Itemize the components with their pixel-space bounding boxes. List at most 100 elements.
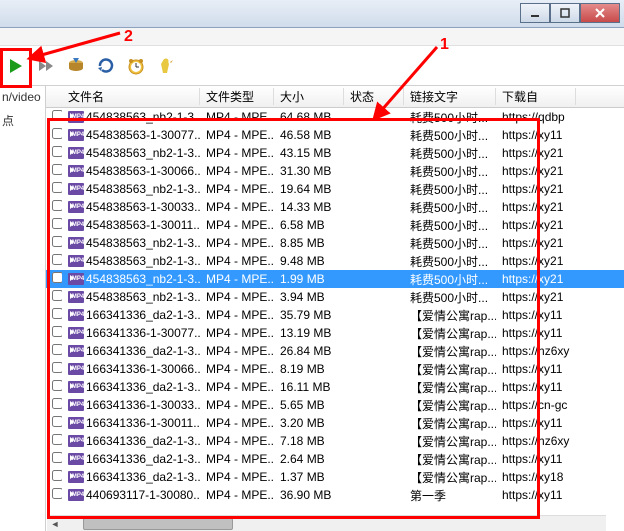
sidebar-item[interactable]: n/video	[2, 90, 43, 104]
size-text: 1.99 MB	[274, 272, 344, 286]
col-filename[interactable]: 文件名	[62, 88, 200, 105]
table-row[interactable]: MP4454838563_nb2-1-3...MP4 - MPE...1.99 …	[46, 270, 624, 288]
row-checkbox[interactable]	[52, 236, 62, 247]
table-row[interactable]: MP4166341336-1-30033...MP4 - MPE...5.65 …	[46, 396, 624, 414]
linktext-text: 【爱情公寓rap...	[404, 397, 496, 414]
table-row[interactable]: MP4166341336-1-30066...MP4 - MPE...8.19 …	[46, 360, 624, 378]
row-checkbox[interactable]	[52, 308, 62, 319]
row-checkbox[interactable]	[52, 200, 62, 211]
row-checkbox[interactable]	[52, 146, 62, 157]
table-row[interactable]: MP4454838563_nb2-1-3...MP4 - MPE...9.48 …	[46, 252, 624, 270]
table-row[interactable]: MP4440693117-1-30080...MP4 - MPE...36.90…	[46, 486, 624, 504]
horizontal-scrollbar[interactable]: ◄	[47, 515, 606, 531]
play-button[interactable]	[4, 54, 28, 78]
mp4-icon: MP4	[68, 291, 84, 303]
size-text: 46.58 MB	[274, 128, 344, 142]
download-text: https://xy11	[496, 308, 576, 322]
download-text: https://xy11	[496, 362, 576, 376]
linktext-text: 第一季	[404, 487, 496, 504]
row-checkbox[interactable]	[52, 470, 62, 481]
col-filetype[interactable]: 文件类型	[200, 88, 274, 105]
mp4-icon: MP4	[68, 255, 84, 267]
table-row[interactable]: MP4166341336_da2-1-3...MP4 - MPE...26.84…	[46, 342, 624, 360]
linktext-text: 【爱情公寓rap...	[404, 433, 496, 450]
scrollbar-thumb[interactable]	[83, 518, 233, 530]
table-row[interactable]: MP4454838563_nb2-1-3...MP4 - MPE...64.68…	[46, 108, 624, 126]
row-checkbox[interactable]	[52, 254, 62, 265]
row-checkbox[interactable]	[52, 362, 62, 373]
table-row[interactable]: MP4166341336-1-30011...MP4 - MPE...3.20 …	[46, 414, 624, 432]
disk-button[interactable]	[64, 54, 88, 78]
mp4-icon: MP4	[68, 147, 84, 159]
table-row[interactable]: MP4454838563-1-30066...MP4 - MPE...31.30…	[46, 162, 624, 180]
row-checkbox[interactable]	[52, 110, 62, 121]
clock-button[interactable]	[124, 54, 148, 78]
filename-text: 454838563_nb2-1-3...	[86, 146, 200, 160]
col-status[interactable]: 状态	[344, 88, 404, 105]
table-row[interactable]: MP4454838563-1-30077...MP4 - MPE...46.58…	[46, 126, 624, 144]
filetype-text: MP4 - MPE...	[200, 146, 274, 160]
linktext-text: 耗费500小时...	[404, 109, 496, 126]
size-text: 6.58 MB	[274, 218, 344, 232]
filetype-text: MP4 - MPE...	[200, 488, 274, 502]
row-checkbox[interactable]	[52, 164, 62, 175]
filetype-text: MP4 - MPE...	[200, 128, 274, 142]
table-row[interactable]: MP4454838563_nb2-1-3...MP4 - MPE...19.64…	[46, 180, 624, 198]
row-checkbox[interactable]	[52, 326, 62, 337]
row-checkbox[interactable]	[52, 398, 62, 409]
close-button[interactable]	[580, 3, 620, 23]
table-row[interactable]: MP4454838563-1-30011...MP4 - MPE...6.58 …	[46, 216, 624, 234]
mp4-icon: MP4	[68, 111, 84, 123]
filename-text: 454838563_nb2-1-3...	[86, 110, 200, 124]
table-header: 文件名 文件类型 大小 状态 链接文字 下载自	[46, 86, 624, 108]
col-linktext[interactable]: 链接文字	[404, 88, 496, 105]
table-row[interactable]: MP4166341336_da2-1-3...MP4 - MPE...35.79…	[46, 306, 624, 324]
size-text: 64.68 MB	[274, 110, 344, 124]
size-text: 16.11 MB	[274, 380, 344, 394]
table-row[interactable]: MP4454838563_nb2-1-3...MP4 - MPE...43.15…	[46, 144, 624, 162]
row-checkbox[interactable]	[52, 272, 62, 283]
table-row[interactable]: MP4454838563_nb2-1-3...MP4 - MPE...8.85 …	[46, 234, 624, 252]
sidebar-item[interactable]: 点	[2, 112, 43, 129]
scroll-left-icon[interactable]: ◄	[47, 517, 63, 531]
size-text: 7.18 MB	[274, 434, 344, 448]
table-row[interactable]: MP4166341336_da2-1-3...MP4 - MPE...1.37 …	[46, 468, 624, 486]
mp4-icon: MP4	[68, 471, 84, 483]
filetype-text: MP4 - MPE...	[200, 236, 274, 250]
row-checkbox[interactable]	[52, 380, 62, 391]
filename-text: 166341336_da2-1-3...	[86, 308, 200, 322]
refresh-button[interactable]	[94, 54, 118, 78]
size-text: 9.48 MB	[274, 254, 344, 268]
row-checkbox[interactable]	[52, 488, 62, 499]
row-checkbox[interactable]	[52, 344, 62, 355]
table-row[interactable]: MP4166341336_da2-1-3...MP4 - MPE...2.64 …	[46, 450, 624, 468]
size-text: 2.64 MB	[274, 452, 344, 466]
annotation-label-2: 2	[124, 28, 133, 46]
row-checkbox[interactable]	[52, 452, 62, 463]
annotation-label-1: 1	[440, 36, 449, 54]
mp4-icon: MP4	[68, 345, 84, 357]
table-row[interactable]: MP4454838563_nb2-1-3...MP4 - MPE...3.94 …	[46, 288, 624, 306]
row-checkbox[interactable]	[52, 218, 62, 229]
row-checkbox[interactable]	[52, 416, 62, 427]
linktext-text: 【爱情公寓rap...	[404, 451, 496, 468]
table-row[interactable]: MP4166341336_da2-1-3...MP4 - MPE...16.11…	[46, 378, 624, 396]
row-checkbox[interactable]	[52, 182, 62, 193]
table-row[interactable]: MP4166341336-1-30077...MP4 - MPE...13.19…	[46, 324, 624, 342]
size-text: 36.90 MB	[274, 488, 344, 502]
download-text: https://cn-gc	[496, 398, 576, 412]
row-checkbox[interactable]	[52, 128, 62, 139]
linktext-text: 耗费500小时...	[404, 127, 496, 144]
row-checkbox[interactable]	[52, 290, 62, 301]
minimize-button[interactable]	[520, 3, 550, 23]
table-row[interactable]: MP4166341336_da2-1-3...MP4 - MPE...7.18 …	[46, 432, 624, 450]
col-size[interactable]: 大小	[274, 88, 344, 105]
wizard-button[interactable]	[154, 54, 178, 78]
table-row[interactable]: MP4454838563-1-30033...MP4 - MPE...14.33…	[46, 198, 624, 216]
row-checkbox[interactable]	[52, 434, 62, 445]
mp4-icon: MP4	[68, 237, 84, 249]
col-downloadfrom[interactable]: 下载自	[496, 88, 576, 105]
maximize-button[interactable]	[550, 3, 580, 23]
forward-button[interactable]	[34, 54, 58, 78]
download-text: https://xy11	[496, 326, 576, 340]
